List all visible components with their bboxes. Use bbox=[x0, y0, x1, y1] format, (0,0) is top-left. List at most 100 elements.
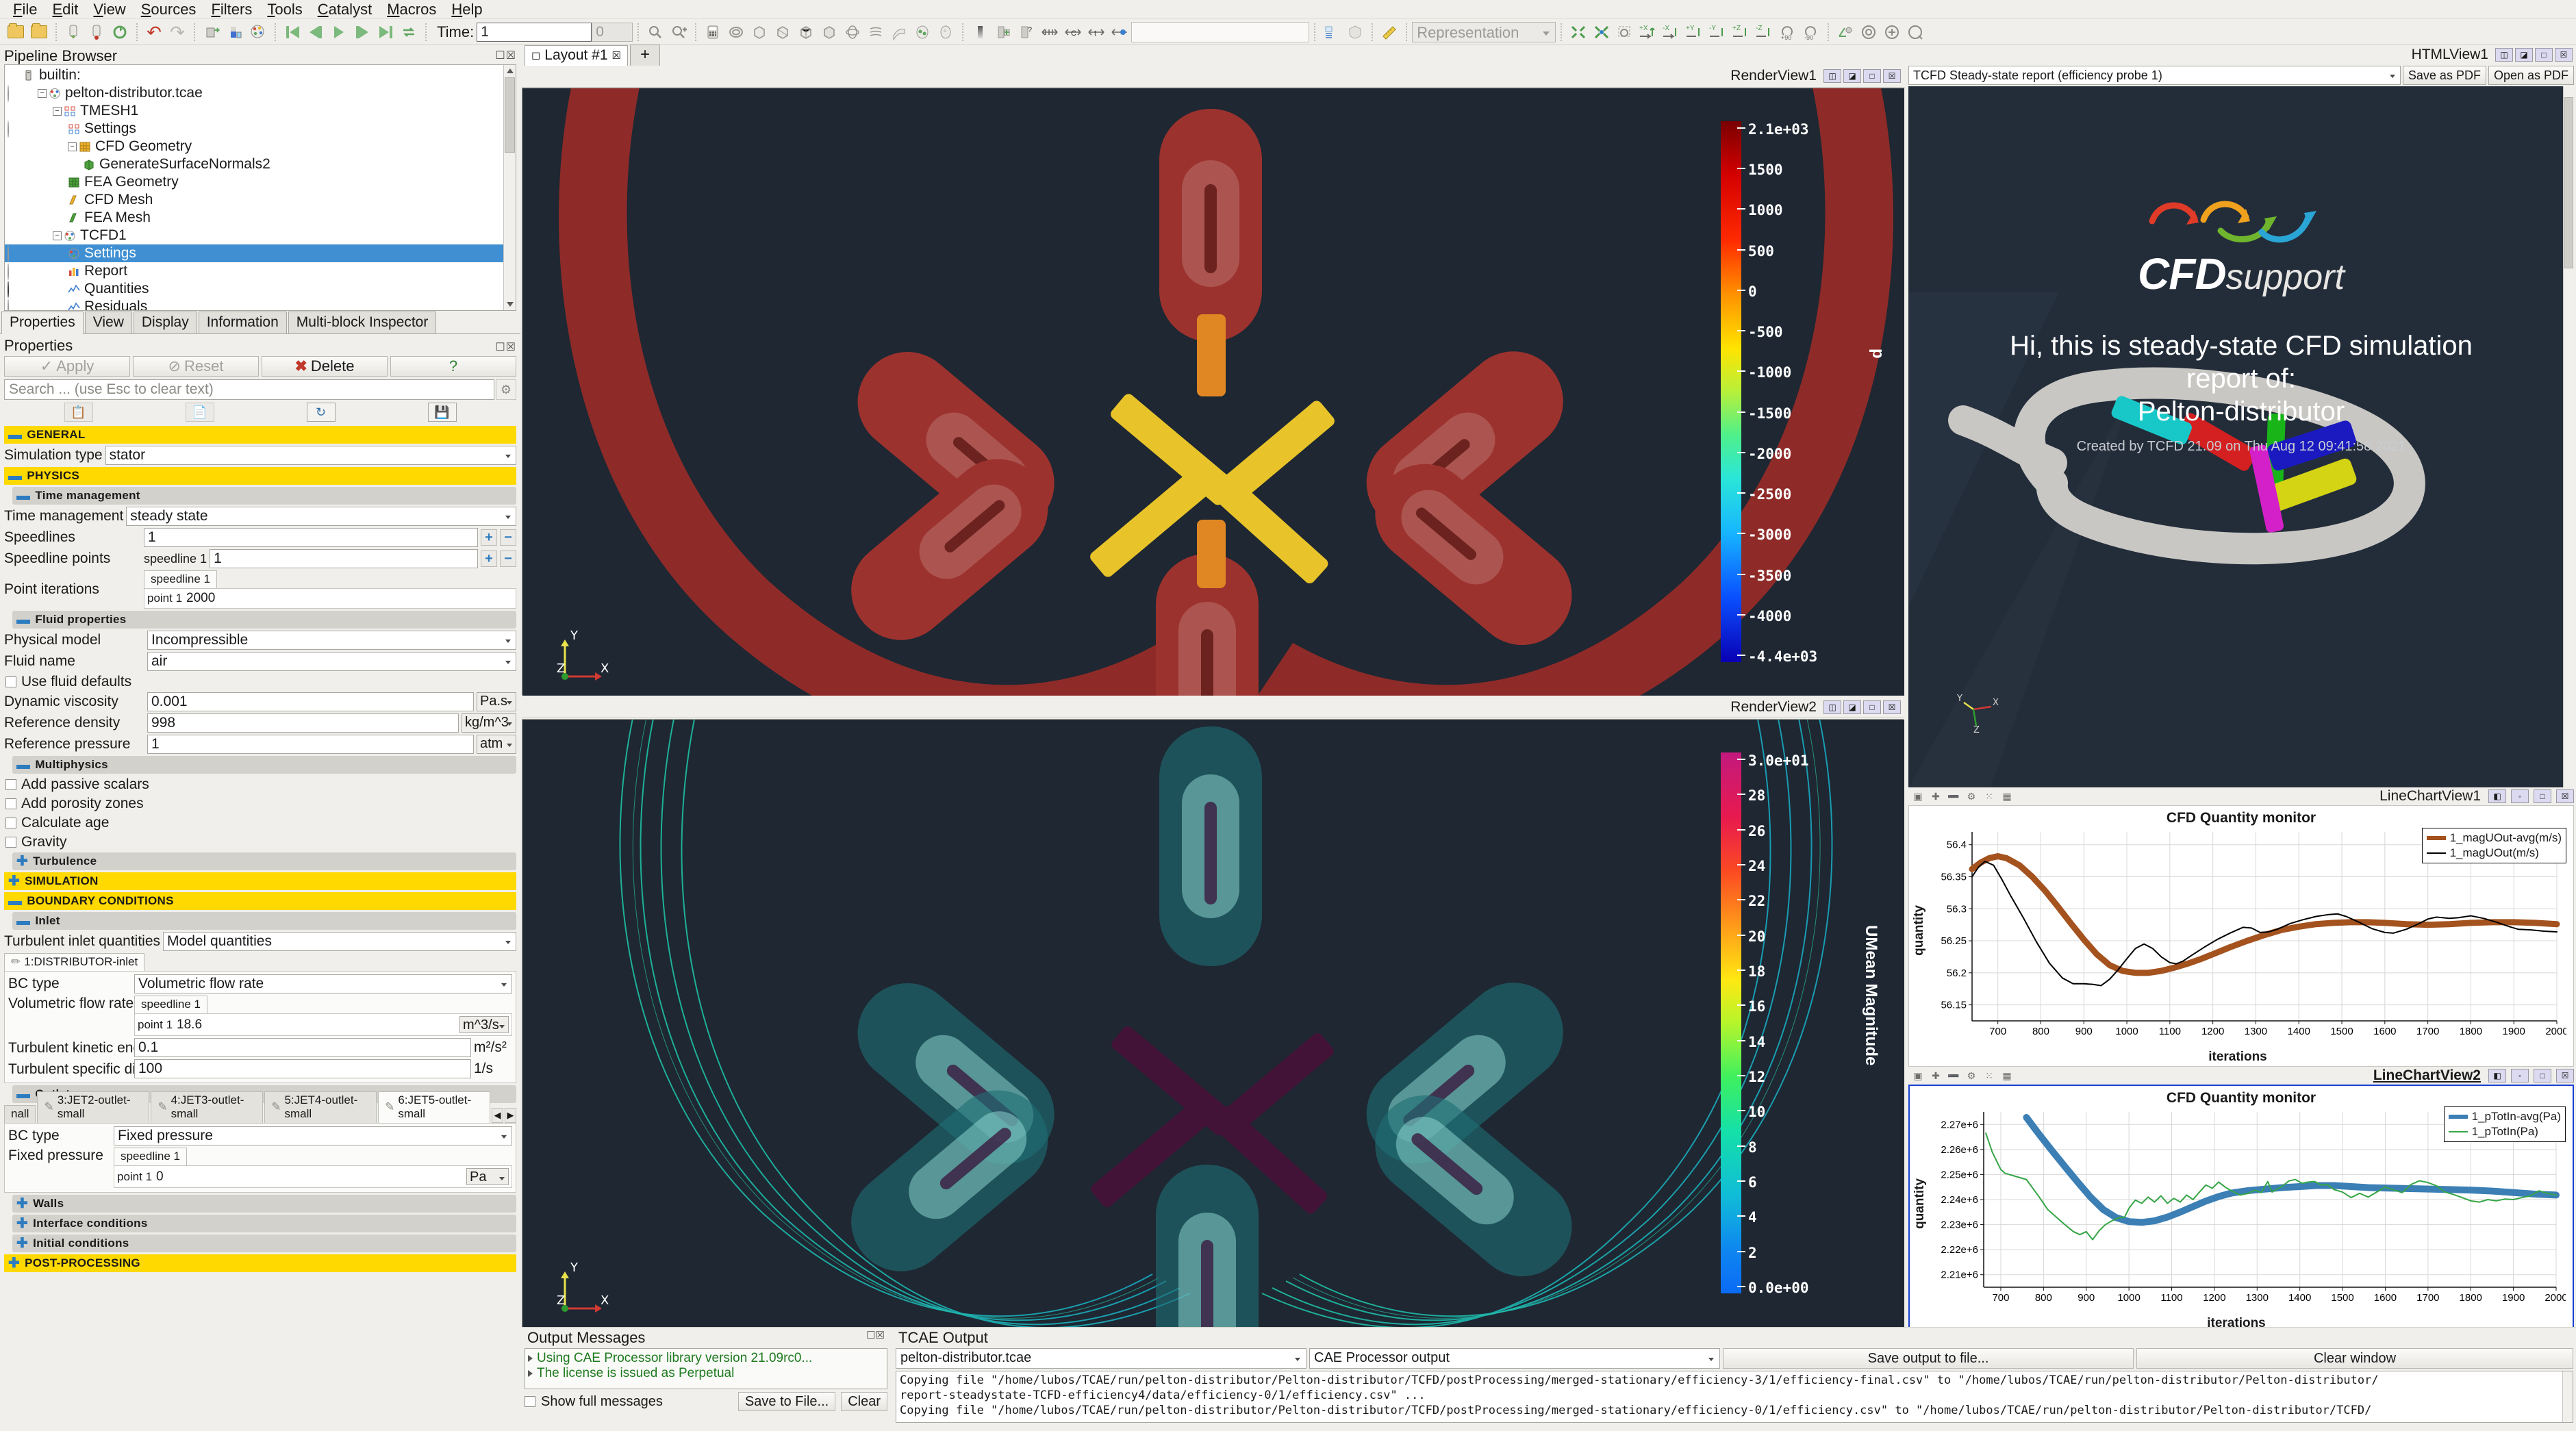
time-management-select[interactable]: steady state bbox=[126, 507, 516, 526]
clear-messages-button[interactable]: Clear bbox=[841, 1392, 887, 1411]
invert-colormap-icon[interactable] bbox=[1109, 22, 1130, 42]
menu-item-tools[interactable]: Tools bbox=[260, 0, 310, 19]
report-scrollbar[interactable] bbox=[2563, 86, 2574, 787]
frame-input[interactable]: 0 bbox=[592, 22, 633, 42]
center-axes-icon[interactable] bbox=[1835, 22, 1856, 42]
maximize-icon[interactable]: □ bbox=[1863, 700, 1881, 714]
group-inlet[interactable]: ▬ Inlet bbox=[12, 912, 516, 930]
render-view-1[interactable]: RenderView1 ◫ ◪ □ ☒ Y X Z 2.1e+03 1500 100… bbox=[522, 67, 1904, 696]
tab-scroll-left-icon[interactable]: ◀ bbox=[492, 1108, 503, 1123]
undo-icon[interactable]: ↶ bbox=[144, 22, 164, 42]
menu-item-catalyst[interactable]: Catalyst bbox=[310, 0, 379, 19]
zoom-out-icon[interactable] bbox=[645, 22, 666, 42]
fixed-pressure-unit-select[interactable]: Pa bbox=[466, 1168, 509, 1185]
set-view-plus-x-icon[interactable]: +X bbox=[1638, 22, 1658, 42]
rescale-visible-icon[interactable] bbox=[1039, 22, 1060, 42]
pipeline-browser-list[interactable]: builtin: − pelton-distributor.tcae − TMESH1 S… bbox=[4, 64, 516, 311]
color-legend-2[interactable] bbox=[1721, 752, 1741, 1293]
edit-series-icon[interactable]: ⚙ bbox=[1964, 1068, 1979, 1083]
line-chart-view-1[interactable]: CFD Quantity monitor quantity 700 800 900 1… bbox=[1908, 805, 2574, 1067]
group-initial-conditions[interactable]: ✚ Initial conditions bbox=[12, 1234, 516, 1252]
group-walls[interactable]: ✚ Walls bbox=[12, 1195, 516, 1213]
color-legend-icon[interactable] bbox=[970, 22, 990, 42]
speedlines-remove-button[interactable]: − bbox=[500, 529, 516, 546]
dynamic-viscosity-unit-select[interactable]: Pa.s bbox=[477, 692, 516, 711]
restore-defaults-icon[interactable]: ↻ bbox=[306, 403, 336, 422]
show-full-messages-checkbox[interactable] bbox=[525, 1396, 535, 1407]
color-map-icon[interactable] bbox=[225, 22, 245, 42]
chart-camera-icon[interactable]: ▣ bbox=[1910, 789, 1925, 804]
group-multiphysics[interactable]: ▬ Multiphysics bbox=[12, 756, 516, 774]
output-messages-list[interactable]: Using CAE Processor library version 21.0… bbox=[525, 1348, 887, 1389]
select-points-icon[interactable]: ⁙ bbox=[1982, 789, 1997, 804]
tab-properties[interactable]: Properties bbox=[1, 312, 84, 334]
time-input[interactable]: 1 bbox=[477, 22, 592, 42]
eye-icon[interactable] bbox=[8, 245, 23, 262]
rotate-90-ccw-icon[interactable]: -90 bbox=[1801, 22, 1821, 42]
set-view-minus-y-icon[interactable]: -Y bbox=[1708, 22, 1728, 42]
pipeline-item-report[interactable]: Report bbox=[5, 262, 516, 280]
section-general[interactable]: ▬ GENERAL bbox=[4, 426, 516, 444]
gear-icon[interactable]: ⚙ bbox=[496, 379, 516, 400]
tree-collapse-icon[interactable]: − bbox=[38, 88, 47, 98]
pipeline-item-cfd-geometry[interactable]: − CFD Geometry bbox=[5, 138, 516, 155]
save-defaults-icon[interactable]: 💾 bbox=[427, 403, 457, 422]
section-physics[interactable]: ▬ PHYSICS bbox=[4, 467, 516, 485]
reference-pressure-input[interactable]: 1 bbox=[147, 735, 474, 754]
pipeline-scrollbar[interactable] bbox=[503, 65, 516, 310]
pipeline-item-fea-geometry[interactable]: FEA Geometry bbox=[5, 173, 516, 191]
split-horizontal-icon[interactable]: ◫ bbox=[1823, 69, 1841, 83]
rescale-to-temporal-icon[interactable]: t bbox=[1086, 22, 1107, 42]
menu-item-help[interactable]: Help bbox=[444, 0, 490, 19]
rescale-data-over-time-icon[interactable]: C bbox=[1063, 22, 1083, 42]
eye-icon[interactable] bbox=[8, 121, 23, 138]
warp-icon[interactable] bbox=[889, 22, 909, 42]
tab-view[interactable]: View bbox=[84, 312, 132, 333]
html-report-content[interactable]: X Y Z CFDsupport Hi, this is steady-stat… bbox=[1908, 86, 2574, 787]
speedlines-input[interactable]: 1 bbox=[144, 528, 478, 547]
split-vertical-icon[interactable]: ◪ bbox=[1843, 700, 1861, 714]
representation-select[interactable]: Representation bbox=[1412, 21, 1556, 42]
scroll-up-icon[interactable] bbox=[507, 68, 514, 73]
split-vertical-icon[interactable]: ◪ bbox=[2515, 48, 2533, 62]
inlet-bc-type-select[interactable]: Volumetric flow rate bbox=[134, 974, 512, 993]
slice-icon[interactable] bbox=[772, 22, 793, 42]
zoom-to-box-icon[interactable] bbox=[1615, 22, 1635, 42]
turbulent-kinetic-energy-input[interactable]: 0.1 bbox=[134, 1038, 471, 1057]
report-select[interactable]: TCFD Steady-state report (efficiency pro… bbox=[1908, 66, 2401, 85]
maximize-icon[interactable]: □ bbox=[2534, 1069, 2551, 1082]
pipeline-item-tmesh1[interactable]: − TMESH1 bbox=[5, 102, 516, 120]
reference-density-input[interactable]: 998 bbox=[147, 713, 459, 733]
eye-icon[interactable] bbox=[8, 263, 23, 280]
reset-camera-icon[interactable] bbox=[1568, 22, 1589, 42]
set-view-minus-z-icon[interactable]: -Z bbox=[1754, 22, 1775, 42]
group-datasets-icon[interactable] bbox=[912, 22, 933, 42]
tab-scroll-right-icon[interactable]: ▶ bbox=[505, 1108, 516, 1123]
close-view-icon[interactable]: ☒ bbox=[2556, 789, 2574, 803]
ruler-icon[interactable] bbox=[1379, 22, 1400, 42]
next-frame-icon[interactable] bbox=[352, 22, 372, 42]
pipeline-item-pelton-distributor-tcae[interactable]: − pelton-distributor.tcae bbox=[5, 84, 516, 102]
expand-icon[interactable] bbox=[528, 1355, 533, 1362]
group-time-management[interactable]: ▬ Time management bbox=[12, 487, 516, 505]
speedline-points-input[interactable]: 1 bbox=[210, 549, 478, 568]
rescale-range-icon[interactable] bbox=[993, 22, 1013, 42]
split-horizontal-icon[interactable]: ◫ bbox=[1823, 700, 1841, 714]
point-iterations-input[interactable]: 2000 bbox=[186, 591, 513, 606]
eye-icon[interactable] bbox=[8, 299, 23, 310]
color-legend-1[interactable] bbox=[1721, 121, 1741, 662]
pipeline-item-generatesurfacenormals2[interactable]: GenerateSurfaceNormals2 bbox=[5, 155, 516, 173]
add-porosity-zones-row[interactable]: Add porosity zones bbox=[5, 796, 516, 812]
turbulent-inlet-quantities-select[interactable]: Model quantities bbox=[163, 932, 516, 951]
select-block-icon[interactable]: ▦ bbox=[1999, 789, 2015, 804]
split-vertical-icon[interactable]: ◦ bbox=[2511, 1069, 2529, 1082]
menu-item-sources[interactable]: Sources bbox=[134, 0, 204, 19]
scrollbar-thumb[interactable] bbox=[505, 77, 515, 153]
add-series-icon[interactable]: ✚ bbox=[1928, 1068, 1943, 1083]
edit-series-icon[interactable]: ⚙ bbox=[1964, 789, 1979, 804]
volumetric-flow-rate-unit-select[interactable]: m^3/s bbox=[459, 1016, 509, 1033]
speedlines-add-button[interactable]: + bbox=[481, 529, 497, 546]
tree-collapse-icon[interactable]: − bbox=[68, 142, 77, 151]
expand-icon[interactable] bbox=[528, 1370, 533, 1377]
tab-display[interactable]: Display bbox=[133, 312, 197, 333]
